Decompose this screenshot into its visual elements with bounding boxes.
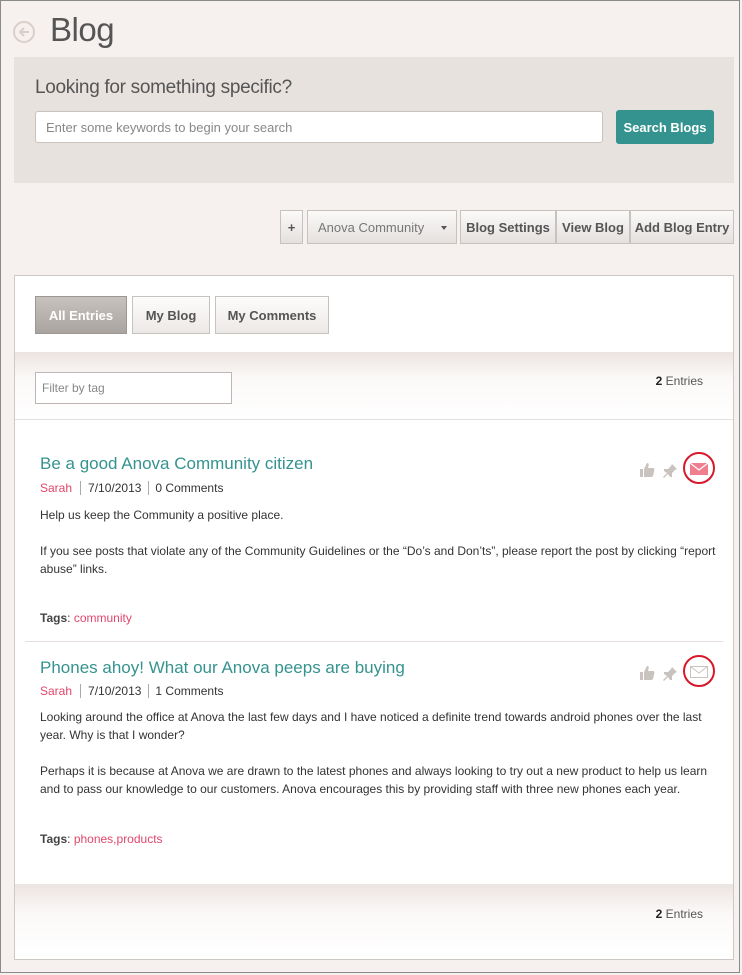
pin-icon[interactable] [662, 463, 678, 479]
entries-count-label: Entries [665, 374, 703, 388]
entry-comments-count: 1 Comments [155, 684, 224, 698]
entry-body: Looking around the office at Anova the l… [40, 708, 720, 816]
search-heading: Looking for something specific? [35, 77, 292, 98]
blog-entry: Phones ahoy! What our Anova peeps are bu… [25, 642, 723, 872]
filter-by-tag-input[interactable] [35, 372, 232, 404]
entry-meta: Sarah 7/10/2013 0 Comments [40, 481, 223, 495]
tab-all-entries[interactable]: All Entries [35, 296, 127, 334]
entry-title-link[interactable]: Be a good Anova Community citizen [40, 454, 313, 474]
entry-author-link[interactable]: Sarah [40, 684, 82, 698]
tag-link[interactable]: community [74, 611, 132, 625]
tags-label: Tags [40, 611, 68, 625]
envelope-icon[interactable] [690, 463, 708, 475]
pin-icon[interactable] [662, 666, 678, 682]
entries-count-bottom: 2 Entries [656, 907, 703, 921]
entry-tags: Tags: community [40, 611, 132, 625]
plus-button[interactable]: + [280, 210, 303, 244]
entries-count-number: 2 [655, 907, 663, 921]
blog-settings-button[interactable]: Blog Settings [460, 210, 556, 244]
entry-paragraph: Help us keep the Community a positive pl… [40, 508, 284, 522]
entry-paragraph: Looking around the office at Anova the l… [40, 710, 702, 742]
page-title: Blog [50, 11, 115, 48]
bottom-bar: 2 Entries [15, 884, 733, 959]
tags-colon: : [67, 832, 71, 846]
tag-link[interactable]: phones,products [74, 832, 163, 846]
add-blog-entry-button[interactable]: Add Blog Entry [630, 210, 734, 244]
community-select-value: Anova Community [318, 219, 425, 235]
caret-down-icon [441, 226, 447, 230]
entry-body: Help us keep the Community a positive pl… [40, 506, 720, 596]
back-arrow-icon[interactable] [13, 21, 35, 43]
entry-comments-count: 0 Comments [155, 481, 224, 495]
blog-entries-card: All Entries My Blog My Comments 2 Entrie… [14, 275, 734, 960]
search-panel: Looking for something specific? Search B… [14, 57, 734, 183]
entry-title-link[interactable]: Phones ahoy! What our Anova peeps are bu… [40, 658, 405, 678]
entry-date: 7/10/2013 [81, 481, 150, 495]
view-blog-button[interactable]: View Blog [556, 210, 630, 244]
entry-date: 7/10/2013 [81, 684, 150, 698]
tab-my-blog[interactable]: My Blog [132, 296, 210, 334]
entry-author-link[interactable]: Sarah [40, 481, 82, 495]
entry-paragraph: Perhaps it is because at Anova we are dr… [40, 764, 708, 796]
filter-bar: 2 Entries [15, 352, 733, 420]
search-input[interactable] [35, 111, 603, 143]
blog-entry: Be a good Anova Community citizen Sarah … [25, 419, 723, 642]
entry-tags: Tags: phones,products [40, 832, 163, 846]
tab-my-comments[interactable]: My Comments [215, 296, 329, 334]
entries-count-label: Entries [665, 907, 703, 921]
community-select[interactable]: Anova Community [307, 210, 457, 244]
entries-count-top: 2 Entries [656, 374, 703, 388]
entries-count-number: 2 [655, 374, 663, 388]
thumbs-up-icon[interactable] [639, 665, 655, 681]
search-blogs-button[interactable]: Search Blogs [616, 110, 714, 144]
tags-label: Tags [40, 832, 68, 846]
thumbs-up-icon[interactable] [639, 462, 655, 478]
entry-paragraph: If you see posts that violate any of the… [40, 544, 716, 576]
entry-meta: Sarah 7/10/2013 1 Comments [40, 684, 223, 698]
envelope-icon[interactable] [690, 666, 708, 678]
tags-colon: : [67, 611, 71, 625]
